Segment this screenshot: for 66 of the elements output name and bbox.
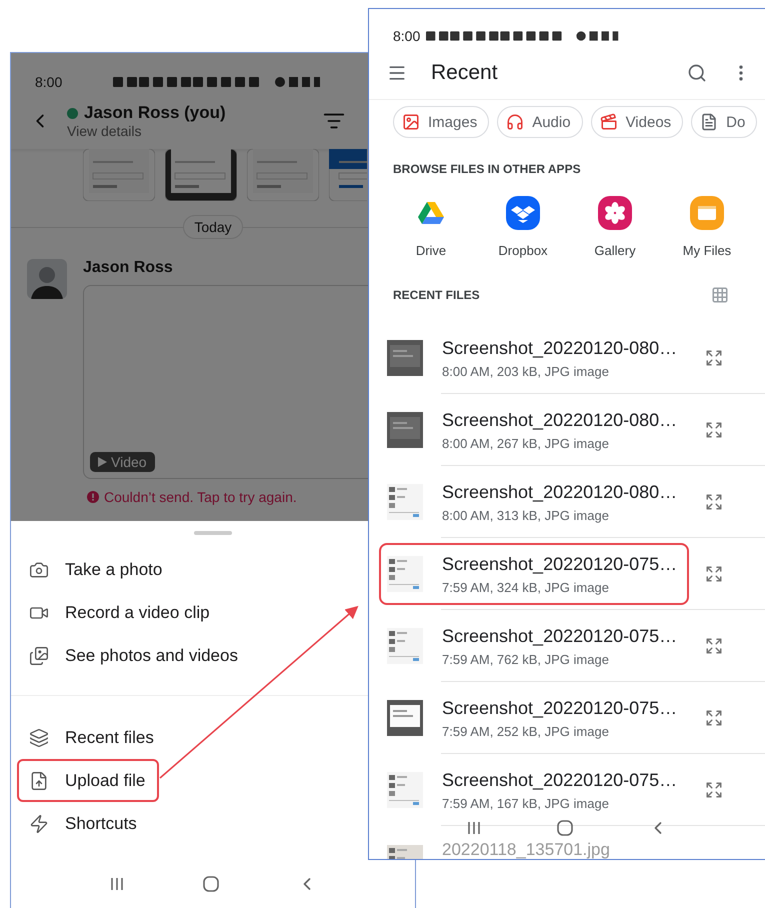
- recent-apps-icon[interactable]: [109, 876, 126, 892]
- recent-apps-icon[interactable]: [466, 820, 482, 836]
- bolt-icon: [29, 814, 49, 834]
- menu-item[interactable]: See photos and videos: [17, 634, 252, 677]
- menu-item[interactable]: Record a video clip: [17, 591, 224, 634]
- expand-icon[interactable]: [705, 421, 723, 439]
- filter-chip[interactable]: Do: [691, 106, 758, 138]
- upload-icon: [29, 770, 49, 790]
- file-name[interactable]: Screenshot_20220120-075…: [442, 698, 678, 718]
- app-shortcut[interactable]: Drive: [385, 196, 477, 258]
- file-details: 7:59 AM, 252 kB, JPG image: [442, 724, 610, 738]
- status-time: 8:00: [35, 74, 62, 90]
- file-details: 7:59 AM, 324 kB, JPG image: [442, 580, 610, 594]
- filter-chip[interactable]: Audio: [497, 106, 583, 138]
- file-name[interactable]: Screenshot_20220120-080…: [442, 482, 678, 502]
- menu-item[interactable]: Recent files: [17, 716, 168, 759]
- layers-icon: [29, 728, 49, 748]
- file-name[interactable]: Screenshot_20220120-075…: [442, 770, 678, 790]
- file-name[interactable]: Screenshot_20220120-080…: [442, 410, 678, 430]
- error-icon: [87, 491, 99, 503]
- audio-icon: [506, 113, 524, 131]
- menu-item[interactable]: Upload file: [17, 759, 160, 802]
- expand-icon[interactable]: [705, 565, 723, 583]
- day-divider: Today: [183, 215, 243, 239]
- expand-icon[interactable]: [705, 637, 723, 655]
- gallery-icon: [29, 646, 49, 666]
- play-icon: [98, 457, 107, 467]
- chat-title: Jason Ross (you): [84, 103, 226, 123]
- expand-icon[interactable]: [705, 493, 723, 511]
- expand-icon[interactable]: [705, 781, 723, 799]
- search-icon[interactable]: [687, 63, 707, 83]
- box-app-icon: [506, 196, 540, 230]
- file-details: 8:00 AM, 267 kB, JPG image: [442, 436, 610, 450]
- app-shortcut[interactable]: Dropbox: [477, 196, 569, 258]
- grid-view-icon[interactable]: [711, 286, 729, 304]
- file-details: 7:59 AM, 167 kB, JPG image: [442, 796, 610, 810]
- screen-title: Recent: [431, 61, 499, 85]
- drag-handle[interactable]: [194, 531, 232, 535]
- menu-item[interactable]: Shortcuts: [17, 802, 151, 845]
- home-icon[interactable]: [556, 819, 574, 837]
- menu-item[interactable]: Take a photo: [17, 548, 176, 591]
- file-name[interactable]: Screenshot_20220120-075…: [442, 626, 678, 646]
- video-label: Video: [90, 452, 155, 472]
- expand-icon[interactable]: [705, 709, 723, 727]
- expand-icon[interactable]: [705, 349, 723, 367]
- filter-chip[interactable]: Images: [393, 106, 490, 138]
- flower-app-icon: [598, 196, 632, 230]
- folder-app-icon: [690, 196, 724, 230]
- section-heading: BROWSE FILES IN OTHER APPS: [393, 162, 581, 176]
- app-shortcut[interactable]: My Files: [661, 196, 753, 258]
- docs-icon: [700, 113, 718, 131]
- status-time: 8:00: [393, 28, 420, 44]
- filter-chip[interactable]: Videos: [590, 106, 684, 138]
- camera-icon: [29, 560, 49, 580]
- sender-name: Jason Ross: [83, 259, 174, 277]
- file-details: 8:00 AM, 203 kB, JPG image: [442, 364, 610, 378]
- avatar: [27, 259, 67, 299]
- home-icon[interactable]: [202, 875, 220, 893]
- images-icon: [402, 113, 420, 131]
- file-name[interactable]: Screenshot_20220120-075…: [442, 554, 678, 574]
- file-details: 7:59 AM, 762 kB, JPG image: [442, 652, 610, 666]
- file-name[interactable]: Screenshot_20220120-080…: [442, 338, 678, 358]
- triangle-logo-icon: [418, 201, 444, 225]
- app-shortcut[interactable]: Gallery: [569, 196, 661, 258]
- videos-icon: [600, 113, 618, 131]
- file-details: 8:00 AM, 313 kB, JPG image: [442, 508, 610, 522]
